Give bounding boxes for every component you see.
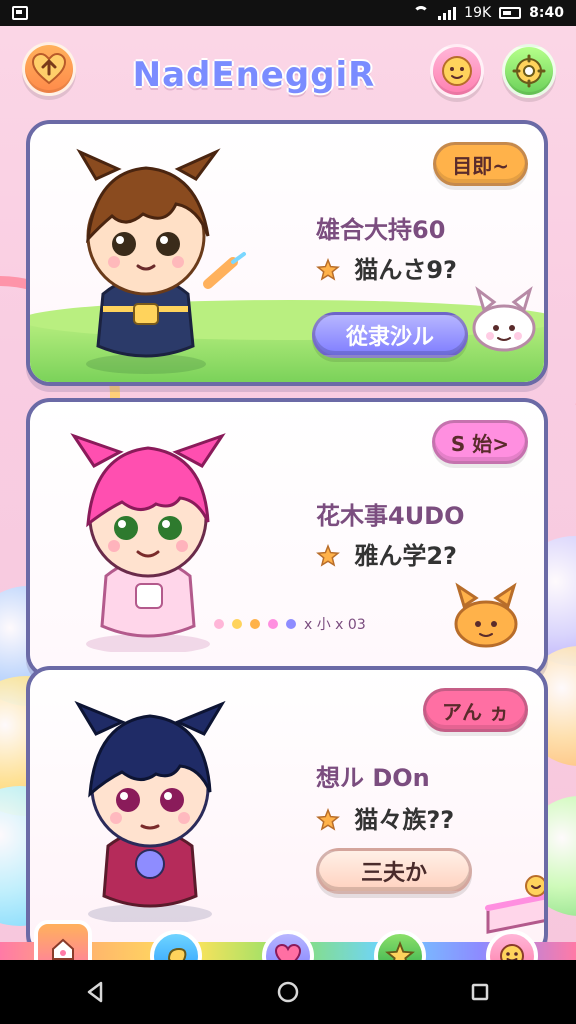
wifi-icon [412,6,430,20]
star-icon [385,941,415,960]
system-nav-bar [0,960,576,1024]
card-pill-button[interactable]: S 始> [431,420,528,464]
dots-label: ⅹ 小 ⅹ 03 [304,617,366,633]
app-title: NadEneggiR [132,55,376,95]
card-subtitle: 猫んさ9? [316,250,457,285]
nav-star-button[interactable] [374,930,426,960]
signal-icon [438,6,457,20]
card-action-button[interactable]: 三夫か [316,848,472,894]
system-recents-button[interactable] [460,972,500,1012]
card-action-button[interactable]: 從隶沙ル [312,312,468,358]
status-bar: 19K 8:40 [0,0,576,26]
white-bunny-cat-icon [472,286,536,352]
app-area: NadEneggiR 目即~ 雄合大持60 猫んさ9? 從隶沙ル S 始> 花木… [0,26,576,960]
status-left [12,6,28,20]
heart-badge-icon [31,52,67,85]
card-subtitle-text: 雅ん学2? [354,542,457,570]
home-circle-icon [277,981,299,1003]
card-title: 雄合大持60 [316,216,446,244]
card-pill-label: アん ヵ [442,699,509,724]
card-subtitle: 雅ん学2? [316,536,457,571]
battery-percent: 19K [464,5,492,21]
notifications-button[interactable] [430,44,484,98]
heart-icon [274,943,302,960]
card-subtitle: 猫々族?? [316,800,454,835]
dot [250,619,260,629]
settings-gear-icon [512,54,546,88]
bell-face-icon [442,56,472,86]
character-card: S 始> 花木事4UDO 雅ん学2? ⅹ 小 ⅹ 03 [26,398,548,678]
card-title: 想ル DOn [316,764,430,792]
nav-friends-button[interactable] [486,930,538,960]
settings-button[interactable] [502,44,556,98]
card-pill-button[interactable]: 目即~ [433,142,528,186]
character-card: アん ヵ 想ル DOn 猫々族?? 三夫か [26,666,548,958]
nav-chat-button[interactable] [150,930,202,960]
heart-badge-button[interactable] [22,42,76,96]
dot [214,619,224,629]
star-badge-icon [316,258,340,281]
smiley-face-icon [500,944,524,960]
pagination-dots: ⅹ 小 ⅹ 03 [214,614,366,634]
avatar [74,700,226,922]
card-action-label: 從隶沙ル [345,325,434,350]
header: NadEneggiR [0,26,576,122]
star-badge-icon [316,544,340,567]
system-home-button[interactable] [268,972,308,1012]
dot [286,619,296,629]
status-right: 19K 8:40 [412,5,564,21]
card-title: 花木事4UDO [316,502,465,530]
notification-icon [12,6,28,20]
character-card: 目即~ 雄合大持60 猫んさ9? 從隶沙ル [26,120,548,386]
avatar [76,148,246,374]
card-pill-button[interactable]: アん ヵ [423,688,528,732]
nav-heart-button[interactable] [262,930,314,960]
home-icon [52,938,74,960]
dot [268,619,278,629]
back-triangle-icon [87,981,103,1003]
recents-square-icon [471,983,489,1001]
star-badge-icon [316,808,340,831]
app-screen: 19K 8:40 NadEneggiR 目即~ 雄合大持60 猫んさ9? 從隶沙… [0,0,576,1024]
bottom-nav [0,920,576,960]
dot [232,619,242,629]
battery-icon [499,7,522,19]
card-pill-label: 目即~ [452,153,509,178]
leaf-chat-icon [167,947,187,960]
nav-home-button[interactable] [34,920,92,960]
card-subtitle-text: 猫んさ9? [354,256,457,284]
card-pill-label: S 始> [450,431,509,456]
card-action-label: 三夫か [360,861,427,886]
time: 8:40 [529,5,564,21]
card-subtitle-text: 猫々族?? [354,806,455,834]
orange-cat-icon [454,582,518,648]
system-back-button[interactable] [76,972,116,1012]
